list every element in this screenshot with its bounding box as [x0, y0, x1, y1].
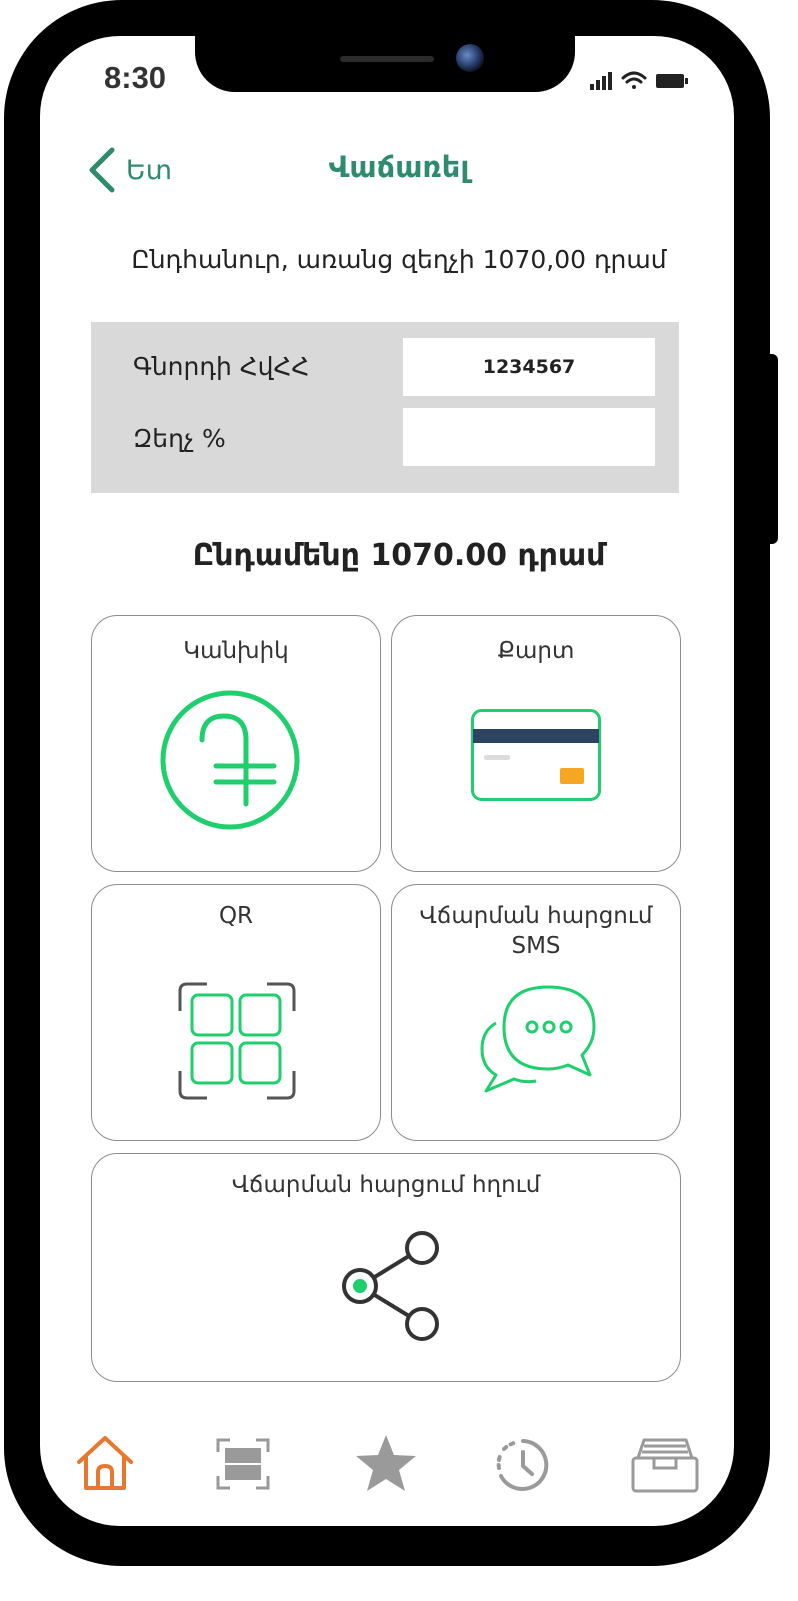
total-amount: Ընդամենը 1070.00 դրամ	[192, 538, 606, 573]
history-icon	[496, 1439, 549, 1491]
buyer-id-input[interactable]	[403, 338, 655, 396]
sms-label-line2: SMS	[511, 933, 561, 959]
wifi-icon	[621, 71, 647, 89]
share-icon	[342, 1231, 439, 1341]
camera	[456, 44, 484, 72]
link-request-button[interactable]: Վճարման հարցում հղում	[91, 1153, 681, 1382]
home-icon	[77, 1436, 133, 1490]
qr-label: QR	[218, 903, 254, 929]
page-title: Վաճառել	[328, 150, 470, 184]
scan-icon	[216, 1438, 270, 1490]
credit-card-icon	[471, 709, 601, 801]
qr-scan-icon	[178, 982, 296, 1100]
nav-home[interactable]	[74, 1432, 136, 1498]
battery-icon	[656, 74, 688, 88]
nav-scan[interactable]	[216, 1438, 270, 1494]
buyer-form: Գնորդի ՀվՀՀ Զեղչ %	[91, 322, 679, 493]
discount-label: Զեղչ %	[133, 424, 226, 453]
subtotal-text: Ընդհանուր, առանց զեղչի 1070,00 դրամ	[131, 245, 667, 274]
qr-payment-button[interactable]: QR	[91, 884, 381, 1141]
buyer-id-label: Գնորդի ՀվՀՀ	[133, 352, 310, 381]
cash-label: Կանխիկ	[183, 638, 289, 664]
dram-coin-icon	[160, 690, 300, 830]
chat-bubbles-icon	[480, 985, 596, 1093]
signal-icon	[590, 72, 612, 90]
nav-favorites[interactable]	[354, 1432, 418, 1498]
nav-history[interactable]	[494, 1436, 552, 1498]
status-icons	[590, 71, 688, 90]
card-label: Քարտ	[497, 638, 575, 664]
sms-request-button[interactable]: Վճարման հարցում SMS	[391, 884, 681, 1141]
notch	[195, 34, 575, 92]
star-icon	[356, 1435, 416, 1491]
link-label: Վճարման հարցում հղում	[231, 1172, 541, 1198]
card-payment-button[interactable]: Քարտ	[391, 615, 681, 872]
status-time: 8:30	[104, 60, 167, 95]
archive-icon	[631, 1438, 699, 1493]
nav-archive[interactable]	[630, 1436, 700, 1498]
sms-label-line1: Վճարման հարցում	[419, 903, 653, 929]
speaker	[340, 56, 434, 62]
discount-input[interactable]	[403, 408, 655, 466]
cash-payment-button[interactable]: Կանխիկ	[91, 615, 381, 872]
